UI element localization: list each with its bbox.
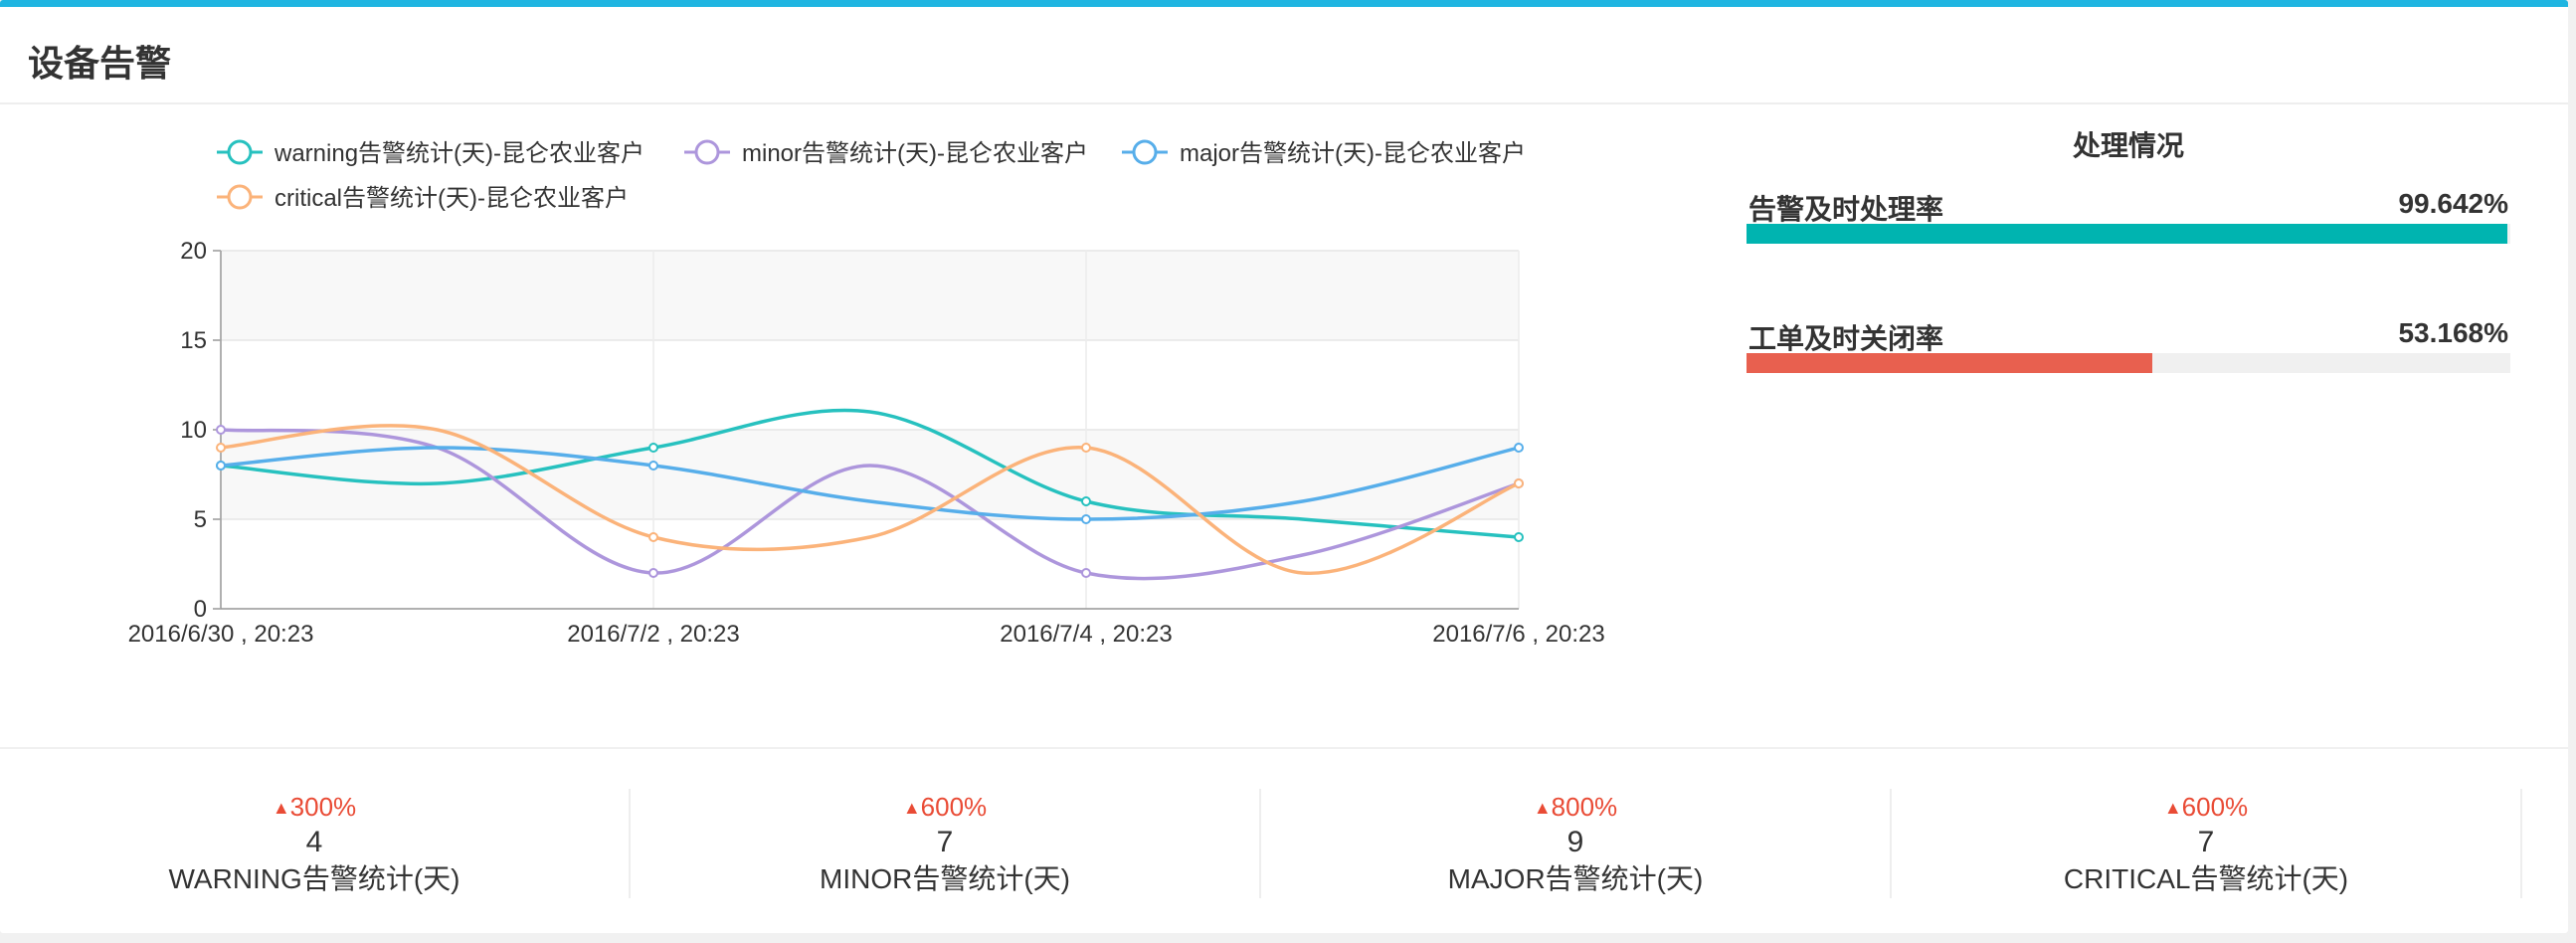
progress-label: 告警及时处理率 — [1748, 194, 1944, 225]
y-tick-label: 0 — [194, 596, 207, 623]
stats-row: ▲300% 4 WARNING告警统计(天) ▲600% 7 MINOR告警统计… — [0, 747, 2568, 934]
data-point — [1081, 568, 1091, 578]
stat-change-value: 600% — [920, 792, 988, 822]
legend-item: warning告警统计(天)-昆仑农业客户 — [274, 140, 644, 167]
legend-symbol-icon — [227, 139, 253, 165]
panel-title: 设备告警 — [28, 43, 172, 84]
stat-change-value: 800% — [1551, 792, 1618, 822]
grid-band — [221, 251, 1519, 340]
processing-title: 处理情况 — [2072, 130, 2184, 161]
progress-fill — [1747, 353, 2153, 373]
data-point — [1081, 514, 1091, 524]
data-point — [216, 425, 226, 435]
data-point — [1514, 443, 1524, 453]
stat-change-value: 600% — [2181, 792, 2249, 822]
progress-alarm-handling: 告警及时处理率 99.642% — [1747, 176, 2510, 293]
data-point — [1514, 532, 1524, 542]
legend-symbol-icon — [1132, 139, 1158, 165]
alarm-line-chart: 0 5 10 15 20 2016/6/30 , 20:23 2016/7/2 , 20:2… — [0, 102, 1651, 749]
data-point — [1081, 496, 1091, 506]
data-point — [648, 532, 658, 542]
y-tick-label: 15 — [180, 327, 207, 354]
up-triangle-icon: ▲ — [1533, 798, 1552, 818]
panel-header: 设备告警 — [0, 7, 2568, 104]
legend-item: minor告警统计(天)-昆仑农业客户 — [742, 140, 1088, 167]
stat-change-value: 300% — [289, 792, 357, 822]
stat-minor: ▲600% 7 MINOR告警统计(天) — [631, 789, 1261, 898]
y-tick-label: 10 — [180, 417, 207, 444]
stat-value: 9 — [1566, 826, 1584, 858]
progress-ticket-closing: 工单及时关闭率 53.168% — [1747, 305, 2510, 423]
progress-value: 99.642% — [2398, 188, 2508, 219]
y-tick-label: 20 — [180, 238, 207, 265]
x-tick-label: 2016/6/30 , 20:23 — [128, 621, 314, 648]
data-point — [216, 443, 226, 453]
stat-change: ▲800% — [1261, 789, 1890, 826]
progress-track — [1747, 353, 2510, 373]
stat-value: 7 — [936, 826, 954, 858]
chart-svg: 0 5 10 15 20 2016/6/30 , 20:23 2016/7/2 , 20:2… — [128, 139, 1605, 648]
stat-major: ▲800% 9 MAJOR告警统计(天) — [1261, 789, 1892, 898]
stat-value: 7 — [2197, 826, 2215, 858]
stat-label: MAJOR告警统计(天) — [1447, 863, 1704, 894]
stat-label: WARNING告警统计(天) — [168, 863, 460, 894]
stat-change: ▲300% — [0, 789, 629, 826]
x-tick-label: 2016/7/6 , 20:23 — [1432, 621, 1604, 648]
stat-change: ▲600% — [1892, 789, 2520, 826]
stat-label: CRITICAL告警统计(天) — [2063, 863, 2349, 894]
progress-fill — [1747, 224, 2508, 244]
progress-track — [1747, 224, 2510, 244]
data-point — [648, 443, 658, 453]
x-tick-label: 2016/7/2 , 20:23 — [567, 621, 739, 648]
legend-symbol-icon — [694, 139, 720, 165]
stat-value: 4 — [305, 826, 323, 858]
processing-section: 处理情况 告警及时处理率 99.642% 工单及时关闭率 53.168% — [1747, 124, 2510, 423]
up-triangle-icon: ▲ — [902, 798, 921, 818]
data-point — [216, 461, 226, 471]
legend-symbol-icon — [227, 184, 253, 210]
data-point — [1514, 478, 1524, 488]
data-point — [648, 461, 658, 471]
data-point — [648, 568, 658, 578]
legend-item: major告警统计(天)-昆仑农业客户 — [1180, 140, 1526, 167]
device-alarm-panel: 设备告警 0 5 10 15 20 2016/6/30 , 20:23 2016/7/2 ,… — [0, 0, 2568, 933]
progress-label: 工单及时关闭率 — [1748, 323, 1944, 354]
legend-item: critical告警统计(天)-昆仑农业客户 — [275, 185, 629, 212]
y-tick-label: 5 — [194, 506, 207, 533]
x-tick-label: 2016/7/4 , 20:23 — [1000, 621, 1172, 648]
up-triangle-icon: ▲ — [272, 798, 290, 818]
stat-change: ▲600% — [631, 789, 1259, 826]
progress-value: 53.168% — [2398, 317, 2508, 348]
stat-critical: ▲600% 7 CRITICAL告警统计(天) — [1892, 789, 2522, 898]
up-triangle-icon: ▲ — [2163, 798, 2182, 818]
stat-label: MINOR告警统计(天) — [820, 863, 1070, 894]
stat-warning: ▲300% 4 WARNING告警统计(天) — [0, 789, 631, 898]
data-point — [1081, 443, 1091, 453]
